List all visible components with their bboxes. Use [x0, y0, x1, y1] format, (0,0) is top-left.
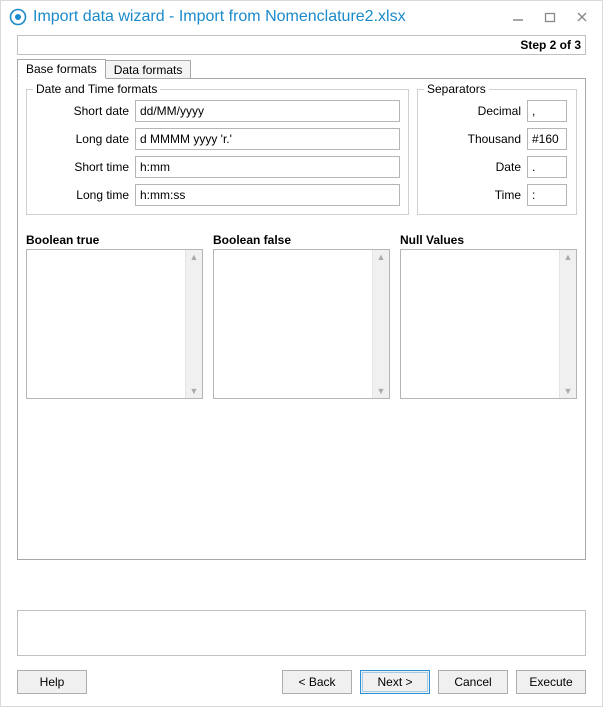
scroll-down-icon: ▼	[377, 386, 386, 396]
group-datetime-formats: Date and Time formats Short date Long da…	[26, 89, 409, 215]
label-date-sep: Date	[426, 160, 521, 174]
back-button[interactable]: < Back	[282, 670, 352, 694]
step-indicator-bar: Step 2 of 3	[17, 35, 586, 55]
scroll-up-icon: ▲	[190, 252, 199, 262]
legend-datetime: Date and Time formats	[33, 82, 160, 96]
input-decimal[interactable]	[527, 100, 567, 122]
content-area: Step 2 of 3 Base formats Data formats Da…	[1, 33, 602, 706]
label-long-time: Long time	[35, 188, 129, 202]
button-bar: Help < Back Next > Cancel Execute	[17, 666, 586, 694]
scrollbar-boolean-false[interactable]: ▲ ▼	[372, 250, 389, 398]
tab-strip: Base formats Data formats	[17, 59, 586, 79]
tab-base-formats[interactable]: Base formats	[17, 59, 106, 79]
label-short-date: Short date	[35, 104, 129, 118]
scrollbar-null-values[interactable]: ▲ ▼	[559, 250, 576, 398]
tab-panel-base-formats: Date and Time formats Short date Long da…	[17, 78, 586, 560]
label-time-sep: Time	[426, 188, 521, 202]
close-button[interactable]	[574, 9, 590, 25]
next-button[interactable]: Next >	[360, 670, 430, 694]
window-controls	[510, 9, 590, 25]
minimize-button[interactable]	[510, 9, 526, 25]
listbox-boolean-false[interactable]: ▲ ▼	[213, 249, 390, 399]
app-icon	[9, 8, 27, 26]
maximize-button[interactable]	[542, 9, 558, 25]
execute-button[interactable]: Execute	[516, 670, 586, 694]
label-short-time: Short time	[35, 160, 129, 174]
input-long-date[interactable]	[135, 128, 400, 150]
tab-data-formats[interactable]: Data formats	[105, 60, 192, 79]
scroll-down-icon: ▼	[564, 386, 573, 396]
label-long-date: Long date	[35, 132, 129, 146]
import-wizard-window: Import data wizard - Import from Nomencl…	[0, 0, 603, 707]
listbox-null-values[interactable]: ▲ ▼	[400, 249, 577, 399]
title-boolean-false: Boolean false	[213, 233, 390, 247]
scroll-down-icon: ▼	[190, 386, 199, 396]
input-short-date[interactable]	[135, 100, 400, 122]
legend-separators: Separators	[424, 82, 489, 96]
input-long-time[interactable]	[135, 184, 400, 206]
cancel-button[interactable]: Cancel	[438, 670, 508, 694]
titlebar: Import data wizard - Import from Nomencl…	[1, 1, 602, 33]
scroll-up-icon: ▲	[377, 252, 386, 262]
title-null-values: Null Values	[400, 233, 577, 247]
input-short-time[interactable]	[135, 156, 400, 178]
help-button[interactable]: Help	[17, 670, 87, 694]
group-separators: Separators Decimal Thousand Date Tim	[417, 89, 577, 215]
input-time-sep[interactable]	[527, 184, 567, 206]
label-thousand: Thousand	[426, 132, 521, 146]
step-indicator: Step 2 of 3	[520, 38, 581, 52]
label-decimal: Decimal	[426, 104, 521, 118]
title-boolean-true: Boolean true	[26, 233, 203, 247]
input-thousand[interactable]	[527, 128, 567, 150]
message-area	[17, 610, 586, 656]
window-title: Import data wizard - Import from Nomencl…	[33, 8, 502, 26]
scroll-up-icon: ▲	[564, 252, 573, 262]
input-date-sep[interactable]	[527, 156, 567, 178]
scrollbar-boolean-true[interactable]: ▲ ▼	[185, 250, 202, 398]
listbox-boolean-true[interactable]: ▲ ▼	[26, 249, 203, 399]
